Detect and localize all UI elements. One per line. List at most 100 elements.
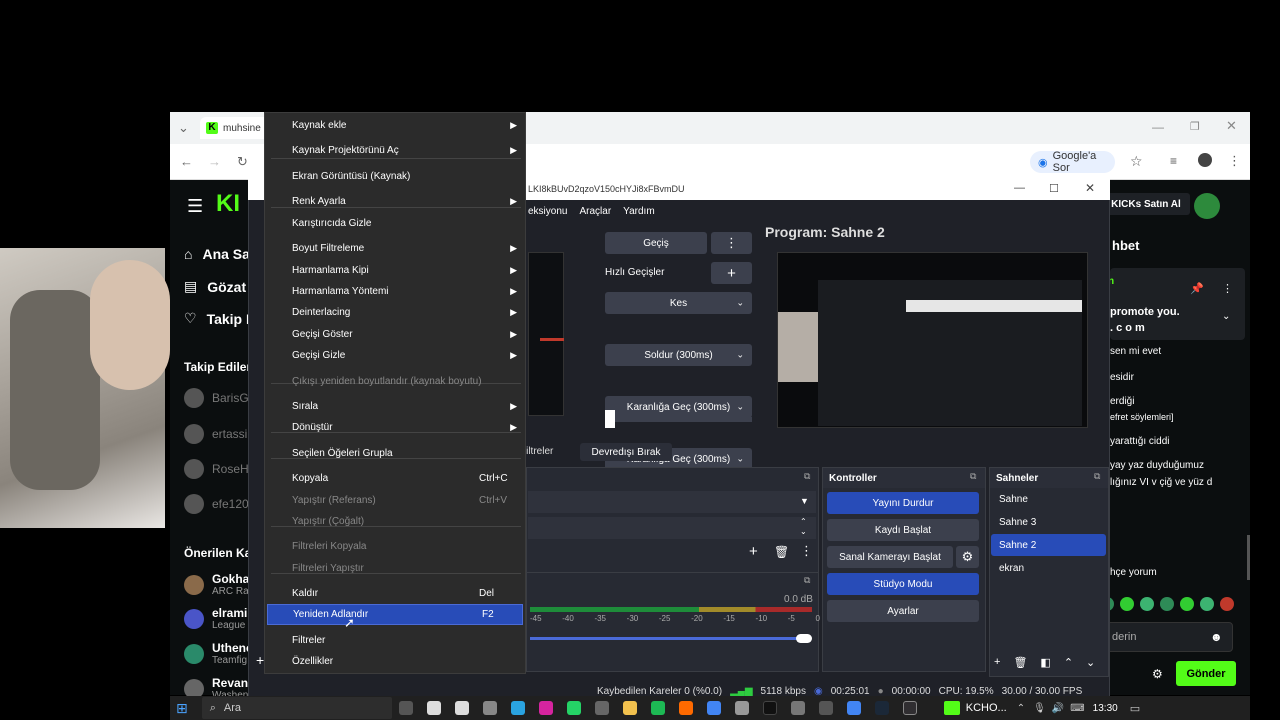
pinned-menu-icon[interactable]: ⋮: [1222, 282, 1233, 295]
controls-undock-icon[interactable]: ⧉: [970, 471, 976, 482]
context-menu-item[interactable]: Özellikler: [265, 651, 525, 672]
context-menu-item[interactable]: Kopyala Ctrl+C: [265, 468, 525, 489]
telegram-icon[interactable]: [510, 701, 525, 715]
nav-home[interactable]: ⌂ Ana Sa: [184, 246, 250, 262]
settings-button[interactable]: Ayarlar: [827, 600, 979, 622]
browser-app-icon[interactable]: [678, 701, 693, 715]
emote-icon[interactable]: [1120, 597, 1134, 611]
panel-undock-icon[interactable]: ⧉: [804, 471, 810, 482]
minimize-icon[interactable]: —: [1152, 120, 1164, 134]
start-virtual-camera-button[interactable]: Sanal Kamerayı Başlat: [827, 546, 953, 568]
transition-menu-icon[interactable]: ⋮: [711, 232, 752, 254]
emote-icon[interactable]: [1160, 597, 1174, 611]
obs-maximize-icon[interactable]: ☐: [1049, 182, 1059, 195]
app-icon[interactable]: [734, 701, 749, 715]
source-item[interactable]: [528, 491, 816, 513]
notification-icon[interactable]: ▭: [1130, 702, 1140, 715]
obs-menu-help[interactable]: Yardım: [623, 206, 655, 217]
tab-list-chevron-icon[interactable]: ⌄: [178, 120, 189, 136]
pinned-expand-icon[interactable]: ⌄: [1222, 311, 1230, 322]
context-menu-item[interactable]: Kaynak ekle ▶: [265, 115, 525, 136]
obs-menu-scene-collection[interactable]: eksiyonu: [528, 206, 567, 217]
windows-start-icon[interactable]: ⊞: [176, 700, 188, 717]
recommended-item[interactable]: elramir League: [184, 606, 252, 631]
kick-logo[interactable]: KI: [216, 190, 240, 218]
emote-icon[interactable]: [1180, 597, 1194, 611]
taskbar-search[interactable]: ⌕ Ara: [201, 697, 392, 719]
context-menu-item[interactable]: Harmanlama Yöntemi ▶: [265, 281, 525, 302]
move-up-icon[interactable]: ⌃: [1064, 656, 1073, 669]
remove-source-icon[interactable]: 🗑: [774, 545, 789, 559]
source-menu-icon[interactable]: ⋮: [800, 543, 813, 559]
chat-settings-gear-icon[interactable]: ⚙: [1152, 667, 1163, 681]
notes-icon[interactable]: [454, 701, 469, 715]
emote-icon[interactable]: [1220, 597, 1234, 611]
context-menu-item[interactable]: Geçişi Gizle ▶: [265, 345, 525, 366]
chevron-down-icon[interactable]: ▼: [800, 496, 809, 506]
quick-transition-cut[interactable]: Kes ⌄: [605, 292, 752, 314]
add-scene-icon[interactable]: +: [994, 656, 1000, 669]
context-menu-item[interactable]: Kaldır Del: [265, 583, 525, 604]
preview-canvas[interactable]: [528, 252, 564, 416]
chrome-icon[interactable]: [706, 701, 721, 715]
mic-icon[interactable]: 🎙: [1033, 703, 1046, 714]
settings-app-icon[interactable]: [594, 701, 609, 715]
studio-mode-button[interactable]: Stüdyo Modu: [827, 573, 979, 595]
pin-icon[interactable]: 📌: [1190, 282, 1204, 295]
chatgpt-icon[interactable]: [482, 701, 497, 715]
language-icon[interactable]: ⌨: [1070, 703, 1084, 714]
hamburger-menu-icon[interactable]: ☰: [187, 196, 203, 217]
scenes-undock-icon[interactable]: ⧉: [1094, 471, 1100, 482]
reload-icon[interactable]: ↻: [237, 154, 248, 170]
task-view-icon[interactable]: [398, 701, 413, 715]
buy-kicks-button[interactable]: KICKs Satın Al: [1102, 193, 1190, 215]
profile-avatar[interactable]: [1198, 153, 1212, 167]
emoji-icon[interactable]: ☻: [1210, 630, 1223, 644]
context-menu-item[interactable]: Karıştırıcıda Gizle: [265, 213, 525, 234]
tray-chevron-icon[interactable]: ⌃: [1017, 703, 1025, 714]
quick-transition-fade-black[interactable]: Karanlığa Geç (300ms) ⌄: [605, 396, 752, 418]
user-avatar[interactable]: [1194, 193, 1220, 219]
nav-browse[interactable]: ▤ Gözat: [184, 278, 246, 295]
scene-item[interactable]: ekran: [991, 557, 1106, 579]
app-icon[interactable]: [818, 701, 833, 715]
emote-icon[interactable]: [1200, 597, 1214, 611]
context-menu-item[interactable]: Geçişi Göster ▶: [265, 324, 525, 345]
context-menu-item[interactable]: Ekran Görüntüsü (Kaynak): [265, 166, 525, 187]
disable-source-button[interactable]: Devredışı Bırak: [580, 443, 672, 461]
obs-icon[interactable]: [902, 701, 917, 715]
scene-filter-icon[interactable]: ◧: [1040, 656, 1050, 669]
browser-tab[interactable]: Kmuhsine: [200, 117, 270, 139]
scene-item[interactable]: Sahne 3: [991, 511, 1106, 533]
context-menu-item[interactable]: Filtreler: [265, 630, 525, 651]
context-menu-item[interactable]: Yeniden Adlandır F2: [267, 604, 523, 625]
source-item[interactable]: [528, 517, 816, 539]
scene-item-active[interactable]: Sahne 2: [991, 534, 1106, 556]
context-menu-item[interactable]: Deinterlacing ▶: [265, 302, 525, 323]
back-icon[interactable]: ←: [180, 154, 193, 169]
volume-icon[interactable]: 🔊: [1052, 703, 1064, 714]
obs-menu-tools[interactable]: Araçlar: [579, 206, 611, 217]
chat-scrollbar[interactable]: [1247, 535, 1250, 580]
chrome-icon[interactable]: [846, 701, 861, 715]
recommended-item[interactable]: Gokhar ARC Rai: [184, 572, 254, 597]
volume-slider-track[interactable]: [530, 637, 808, 640]
obs-close-icon[interactable]: ✕: [1085, 181, 1095, 195]
context-menu-item[interactable]: Sırala ▶: [265, 396, 525, 417]
maximize-icon[interactable]: ❐: [1190, 120, 1200, 133]
emote-icon[interactable]: [1140, 597, 1154, 611]
google-ask-pill[interactable]: ◉ Google'a Sor: [1030, 150, 1115, 174]
browser-menu-icon[interactable]: ⋮: [1228, 153, 1241, 169]
kick-tray-icon[interactable]: [943, 701, 960, 715]
media-control-icon[interactable]: ≡: [1170, 154, 1177, 168]
scroll-arrows-icon[interactable]: ⌃ ⌄: [800, 517, 807, 537]
context-menu-item[interactable]: Seçilen Öğeleri Grupla: [265, 443, 525, 464]
following-item[interactable]: efe120: [184, 494, 249, 514]
following-item[interactable]: ertassi: [184, 424, 247, 444]
following-item[interactable]: BarisG: [184, 388, 249, 408]
whatsapp-icon[interactable]: [566, 701, 581, 715]
remove-scene-icon[interactable]: 🗑: [1013, 656, 1027, 669]
clock[interactable]: 13:30: [1093, 703, 1118, 714]
instagram-icon[interactable]: [538, 701, 553, 715]
recommended-item[interactable]: Uthene Teamfig: [184, 641, 253, 666]
